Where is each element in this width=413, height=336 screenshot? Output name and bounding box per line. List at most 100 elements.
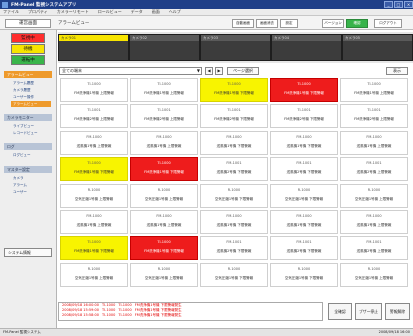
alarm-cell[interactable]: TI-1000 FM洗浄機1号機 下限警報 <box>130 157 198 182</box>
alarm-cell[interactable]: TI-1000 FM洗浄機1号機 下限警報 <box>60 236 128 261</box>
alarm-cell[interactable]: FM-1000 送風機1号機 上限警報 <box>340 210 408 234</box>
menu-help[interactable]: ヘルプ <box>169 9 181 15</box>
minimize-button[interactable]: _ <box>384 1 393 8</box>
logout-button[interactable]: ログアウト <box>374 19 402 28</box>
alarm-cell[interactable]: R-1000 空気圧縮1号機 上限警報 <box>60 262 128 287</box>
display-button[interactable]: 表示 <box>386 67 408 75</box>
alarm-cell-description: 空気圧縮1号機 下限警報 <box>214 196 254 201</box>
alarm-reset-button[interactable]: 警報解除 <box>385 303 410 320</box>
alarm-cell[interactable]: FM-1000 送風機1号機 下限警報 <box>200 130 268 155</box>
prev-page-button[interactable]: ◀ <box>205 67 213 75</box>
alarm-cell-description: 送風機1号機 上限警報 <box>76 143 112 148</box>
camera-tile[interactable]: カメラ04 <box>271 34 342 61</box>
alarm-cell[interactable]: R-1000 空気圧縮1号機 下限警報 <box>270 262 338 287</box>
menu-property[interactable]: プロパティ <box>28 9 48 15</box>
alarm-cell[interactable]: TI-1000 FM洗浄機1号機 上限警報 <box>60 78 128 102</box>
alarm-cell[interactable]: FM-1001 送風機2号機 上限警報 <box>340 157 408 182</box>
alarm-cell[interactable]: FM-1000 送風機1号機 下限警報 <box>200 210 268 234</box>
menu-camera-remote[interactable]: カメラーリモート <box>57 9 89 15</box>
sidebar: 監視中 待機 運転中 アラームビュー アラーム履歴 カメラ履歴 ユーザー操作 ア… <box>0 30 57 328</box>
sidebar-item-live-view[interactable]: ライブビュー <box>11 123 51 129</box>
alarm-cell-id: FM-1001 <box>366 240 382 245</box>
alarm-cell[interactable]: R-1000 空気圧縮1号機 上限警報 <box>60 183 128 208</box>
section-camera-monitor[interactable]: カメラモニター <box>4 114 52 121</box>
alarm-cell[interactable]: TI-1000 FM洗浄機1号機 上限警報 <box>340 78 408 102</box>
alarm-cell[interactable]: R-1000 空気圧縮1号機 下限警報 <box>200 183 268 208</box>
alarm-cell[interactable]: FM-1000 送風機1号機 上限警報 <box>340 130 408 155</box>
sidebar-item-record-view[interactable]: レコードビュー <box>11 130 51 136</box>
alarm-cell[interactable]: TI-1001 FM洗浄機2号機 上限警報 <box>60 104 128 129</box>
alarm-cell[interactable]: R-1000 空気圧縮1号機 上限警報 <box>340 262 408 287</box>
alarm-cell-description: FM洗浄機2号機 上限警報 <box>74 117 114 122</box>
section-alarm-view[interactable]: アラームビュー <box>4 71 52 78</box>
sidebar-item-alarm[interactable]: アラーム <box>11 182 51 188</box>
buzzer-stop-button[interactable]: ブザー停止 <box>355 303 382 320</box>
confirm-button[interactable]: 確認 <box>346 19 368 28</box>
alarm-cell[interactable]: TI-1000 FM洗浄機1号機 下限警報 <box>60 157 128 182</box>
alarm-cell-description: 送風機2号機 下限警報 <box>216 170 252 175</box>
alarm-cell[interactable]: TI-1001 FM洗浄機2号機 上限警報 <box>340 104 408 129</box>
alarm-cell[interactable]: FM-1000 送風機1号機 上限警報 <box>130 130 198 155</box>
alarm-cell[interactable]: R-1000 空気圧縮1号機 下限警報 <box>200 262 268 287</box>
terminal-select[interactable]: 全ての端末 ▼ <box>59 67 202 75</box>
alarm-cell[interactable]: TI-1000 FM洗浄機1号機 上限警報 <box>130 78 198 102</box>
alarm-cell[interactable]: TI-1000 FM洗浄機1号機 下限警報 <box>130 236 198 261</box>
alarm-cell[interactable]: TI-1001 FM洗浄機2号機 下限警報 <box>270 104 338 129</box>
section-log[interactable]: ログ <box>4 143 52 150</box>
version-button[interactable]: バージョン <box>322 19 344 28</box>
camera-tile[interactable]: カメラ01 <box>58 34 129 61</box>
app-icon <box>2 1 8 8</box>
alarm-cell[interactable]: FM-1000 送風機1号機 上限警報 <box>130 210 198 234</box>
system-info-button[interactable]: システム情報 <box>4 248 52 257</box>
alarm-cell[interactable]: TI-1000 FM洗浄機1号機 下限警報 <box>200 78 268 102</box>
alarm-cell[interactable]: FM-1001 送風機2号機 下限警報 <box>270 236 338 261</box>
alarm-cell[interactable]: FM-1001 送風機2号機 下限警報 <box>200 236 268 261</box>
alarm-cell[interactable]: FM-1001 送風機2号機 下限警報 <box>270 157 338 182</box>
alarm-cell-description: 空気圧縮1号機 上限警報 <box>74 196 114 201</box>
camera-tile[interactable]: カメラ02 <box>129 34 200 61</box>
alarm-cell[interactable]: FM-1000 送風機1号機 上限警報 <box>60 210 128 234</box>
alarm-cell[interactable]: TI-1001 FM洗浄機2号機 下限警報 <box>200 104 268 129</box>
alarm-cell[interactable]: R-1000 空気圧縮1号機 下限警報 <box>270 183 338 208</box>
sidebar-item-camera-history[interactable]: カメラ履歴 <box>11 87 51 93</box>
sidebar-item-user-operation[interactable]: ユーザー操作 <box>11 94 51 100</box>
alarm-cell[interactable]: R-1000 空気圧縮1号機 上限警報 <box>130 183 198 208</box>
sidebar-item-alarm-history[interactable]: アラーム履歴 <box>11 80 51 86</box>
alarm-cell[interactable]: TI-1001 FM洗浄機2号機 上限警報 <box>130 104 198 129</box>
alarm-cell-id: TI-1000 <box>367 82 381 86</box>
alarm-cell[interactable]: R-1000 空気圧縮1号機 上限警報 <box>130 262 198 287</box>
alarm-log-row[interactable]: 2008/09/18 15:58:00 TI-1000 TI-1000 FM洗浄… <box>59 313 322 318</box>
status-running: 運転中 <box>11 55 45 65</box>
menu-bar: ファイル プロパティ カメラーリモート ロールビュー データ 画面 ヘルプ <box>0 9 413 16</box>
menu-role-view[interactable]: ロールビュー <box>98 9 122 15</box>
next-page-button[interactable]: ▶ <box>215 67 223 75</box>
clear-screen-button[interactable]: 画面消去 <box>256 19 278 28</box>
alarm-cell[interactable]: FM-1001 送風機2号機 下限警報 <box>200 157 268 182</box>
sidebar-item-alarm-view[interactable]: アラームビュー <box>11 101 51 107</box>
camera-tile[interactable]: カメラ05 <box>342 34 413 61</box>
sidebar-item-camera[interactable]: カメラ <box>11 175 51 181</box>
section-master-settings[interactable]: マスター設定 <box>4 166 52 173</box>
confirm-all-button[interactable]: 全確認 <box>328 303 352 320</box>
settings-button[interactable]: 設定 <box>280 19 298 28</box>
alarm-cell-description: FM洗浄機1号機 上限警報 <box>354 91 394 95</box>
menu-data[interactable]: データ <box>131 9 143 15</box>
alarm-cell[interactable]: R-1000 空気圧縮1号機 上限警報 <box>340 183 408 208</box>
alarm-cell[interactable]: FM-1000 送風機1号機 下限警報 <box>270 130 338 155</box>
alarm-cell-id: FM-1001 <box>226 161 242 166</box>
alarm-cell[interactable]: TI-1000 FM洗浄機1号機 下限警報 <box>270 78 338 102</box>
menu-file[interactable]: ファイル <box>3 9 19 15</box>
page-select-button[interactable]: ページ選択 <box>227 67 259 75</box>
sidebar-item-user[interactable]: ユーザー <box>11 189 51 195</box>
alarm-cell[interactable]: FM-1000 送風機1号機 上限警報 <box>60 130 128 155</box>
maximize-button[interactable]: □ <box>394 1 403 8</box>
status-monitoring: 監視中 <box>11 33 45 43</box>
sidebar-item-log-view[interactable]: ログビュー <box>11 152 51 158</box>
auto-screen-button[interactable]: 自動画面 <box>232 19 254 28</box>
alarm-cell[interactable]: FM-1001 送風機2号機 上限警報 <box>340 236 408 261</box>
alarm-cell[interactable]: FM-1000 送風機1号機 下限警報 <box>270 210 338 234</box>
camera-tile[interactable]: カメラ03 <box>200 34 271 61</box>
close-button[interactable]: × <box>404 1 413 8</box>
menu-screen[interactable]: 画面 <box>152 9 160 15</box>
window-title: FM-Panel 監視システムアプリ <box>11 2 77 8</box>
